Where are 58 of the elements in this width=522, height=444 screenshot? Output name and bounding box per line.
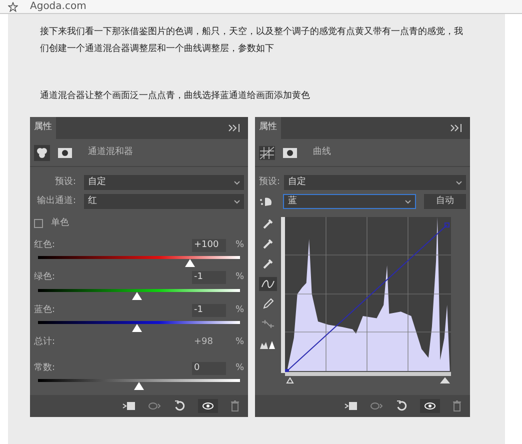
expand-icon[interactable] — [228, 124, 240, 132]
percent-field[interactable]: -1 — [192, 271, 226, 284]
properties-tab[interactable]: 属性 — [30, 117, 56, 139]
percent-unit: % — [234, 336, 244, 349]
eyedropper-icon[interactable] — [262, 258, 274, 270]
star-icon[interactable] — [8, 2, 18, 12]
eye-link-icon[interactable] — [148, 401, 162, 411]
channel-dropdown[interactable]: 蓝 — [283, 194, 416, 209]
chevron-down-icon — [405, 200, 411, 204]
total-label: 总计: — [34, 336, 56, 349]
panel-title: 通道混和器 — [88, 146, 133, 159]
monochrome-checkbox[interactable] — [34, 219, 43, 228]
channel-label: 红色: — [34, 238, 56, 252]
preset-label: 预设: — [259, 176, 280, 189]
percent-field[interactable]: -1 — [192, 304, 226, 317]
eyedropper-icon[interactable] — [262, 238, 274, 250]
panel-title: 曲线 — [313, 146, 331, 159]
percent-field[interactable]: +100 — [192, 238, 226, 252]
total-value: +98 — [193, 336, 214, 349]
mask-icon — [283, 148, 297, 158]
channel-label: 绿色: — [34, 271, 56, 284]
curves-icon — [259, 146, 275, 160]
percent-unit: % — [234, 271, 244, 284]
monochrome-label: 单色 — [51, 217, 69, 230]
trash-icon[interactable] — [230, 400, 240, 412]
percent-unit: % — [234, 304, 244, 316]
constant-label: 常数: — [34, 362, 56, 374]
properties-tab[interactable]: 属性 — [255, 117, 281, 139]
channel-mixer-icon — [34, 144, 50, 160]
auto-button[interactable]: 自动 — [424, 194, 466, 209]
preset-label: 预设: — [54, 176, 76, 189]
chevron-down-icon — [456, 180, 462, 184]
output-channel-dropdown[interactable]: 红 — [84, 194, 244, 209]
reset-icon[interactable] — [396, 400, 408, 412]
mask-icon — [58, 148, 72, 158]
eye-icon[interactable] — [202, 402, 214, 410]
output-channel-label: 输出通道: — [36, 194, 76, 208]
paragraph: 通道混合器让整个画面泛一点点青，曲线选择蓝通道给画面添加黄色 — [39, 90, 311, 103]
paragraph: 接下来我们看一下那张借鉴图片的色调，船只，天空，以及整个调子的感觉有点黄又带有一点青的感觉，我们创建一个通道混合器调整层和一个曲线调整层，参数如下 — [39, 26, 463, 56]
channel-label: 蓝色: — [34, 304, 56, 316]
percent-unit: % — [234, 238, 244, 252]
eye-link-icon[interactable] — [370, 401, 384, 411]
chevron-down-icon — [234, 180, 240, 184]
trash-icon[interactable] — [452, 400, 462, 412]
reset-icon[interactable] — [174, 400, 186, 412]
expand-icon[interactable] — [450, 124, 462, 132]
eye-icon[interactable] — [424, 402, 436, 410]
percent-field[interactable]: 0 — [192, 362, 226, 375]
bookmark-link[interactable]: Agoda.com — [30, 0, 86, 12]
clip-layer-icon[interactable] — [122, 401, 136, 411]
preset-dropdown[interactable]: 自定 — [84, 175, 244, 190]
preset-dropdown[interactable]: 自定 — [284, 175, 466, 190]
percent-unit: % — [234, 362, 244, 374]
clip-layer-icon[interactable] — [344, 401, 358, 411]
chevron-down-icon — [234, 200, 240, 204]
eyedropper-icon[interactable] — [262, 218, 274, 230]
input-slider-handle[interactable] — [286, 377, 294, 384]
pencil-icon[interactable] — [262, 298, 274, 310]
